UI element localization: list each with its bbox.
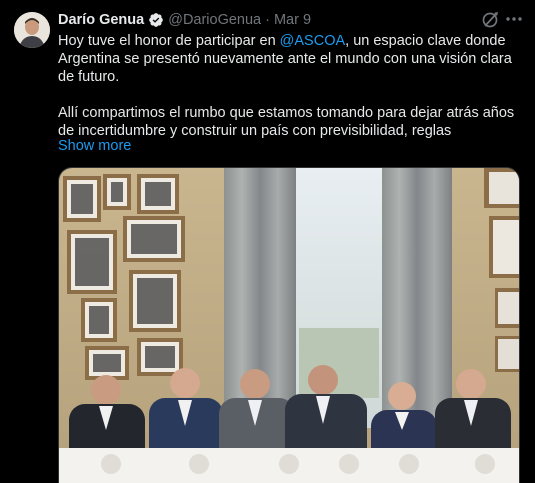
tweet-paragraph-1: Hoy tuve el honor de participar en @ASCO… [58, 32, 520, 86]
tweet-photo[interactable] [58, 167, 520, 483]
author-handle[interactable]: @DarioGenua [168, 12, 261, 28]
mention-link[interactable]: @ASCOA [280, 33, 345, 49]
tweet-header: Darío Genua @DarioGenua · Mar 9 [58, 10, 311, 30]
grok-icon[interactable] [480, 10, 500, 30]
tweet-text: Hoy tuve el honor de participar en @ASCO… [58, 32, 520, 140]
verified-badge-icon [148, 12, 164, 28]
avatar[interactable] [14, 12, 50, 48]
tweet[interactable]: Darío Genua @DarioGenua · Mar 9 Hoy tuve… [0, 0, 535, 483]
show-more-link[interactable]: Show more [58, 138, 131, 154]
separator-dot: · [265, 12, 270, 28]
author-name[interactable]: Darío Genua [58, 12, 144, 28]
tweet-paragraph-2: Allí compartimos el rumbo que estamos to… [58, 105, 515, 139]
more-options-icon[interactable] [504, 9, 524, 29]
text-part: Hoy tuve el honor de participar en [58, 33, 280, 49]
tweet-date[interactable]: Mar 9 [274, 12, 311, 28]
